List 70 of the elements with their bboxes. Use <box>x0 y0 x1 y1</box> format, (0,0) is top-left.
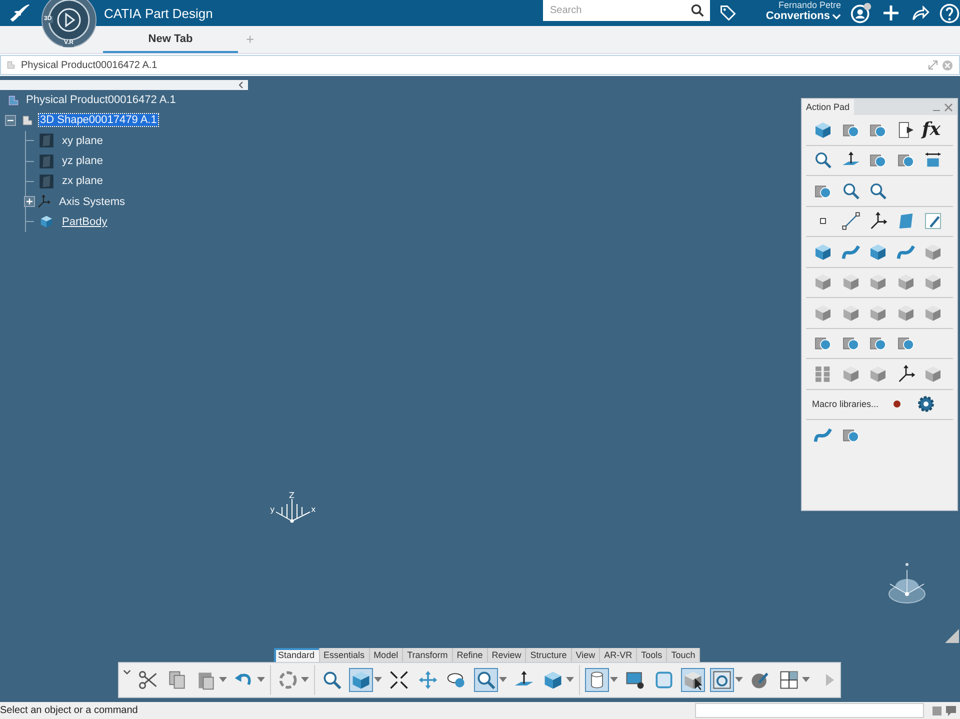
cube-icon[interactable] <box>349 668 373 692</box>
toolbar-tab[interactable]: Structure <box>526 648 572 662</box>
tag-icon[interactable] <box>719 4 737 22</box>
tree-item[interactable]: Physical Product00016472 A.1 <box>25 94 177 106</box>
share-icon[interactable] <box>910 3 930 23</box>
caret-icon[interactable] <box>735 677 743 683</box>
close-icon[interactable] <box>944 102 953 112</box>
tree-item[interactable]: PartBody <box>61 216 108 228</box>
search-icon[interactable] <box>690 3 705 18</box>
macro-libraries-link[interactable]: Macro libraries... <box>812 399 879 410</box>
cube-icon <box>38 213 55 230</box>
caret-icon[interactable] <box>219 677 227 683</box>
caret-icon[interactable] <box>123 668 131 676</box>
plane-icon <box>38 152 55 170</box>
plane-icon <box>38 132 55 150</box>
toolbar-tab[interactable]: Model <box>370 648 404 662</box>
tree-item[interactable]: yz plane <box>61 155 104 168</box>
toolbar-tab[interactable]: Tools <box>637 648 668 662</box>
panel-title: Action Pad <box>802 99 854 115</box>
caret-icon[interactable] <box>374 677 382 683</box>
refresh-icon[interactable] <box>710 668 734 692</box>
search-field[interactable]: Search <box>543 0 710 21</box>
plus-icon[interactable] <box>881 3 901 23</box>
caret-icon[interactable] <box>802 677 810 683</box>
chat-icon[interactable] <box>946 706 956 716</box>
command-field[interactable] <box>695 703 924 718</box>
expand-icon[interactable] <box>928 60 938 70</box>
move-icon[interactable] <box>416 668 440 692</box>
logo-icon[interactable] <box>9 3 31 23</box>
status-message: Select an object or a command <box>0 705 138 716</box>
app-title: CATIA Part Design <box>104 6 213 20</box>
tree-item[interactable]: xy plane <box>61 134 104 147</box>
chevron-icon[interactable] <box>238 81 244 89</box>
tab[interactable]: New Tab <box>103 33 238 53</box>
toolbar-tab[interactable]: AR-VR <box>600 648 638 662</box>
tree-item[interactable]: zx plane <box>61 175 104 188</box>
tree-item[interactable]: Axis Systems <box>58 196 126 208</box>
caret-icon[interactable] <box>610 677 618 683</box>
toolbar-tab[interactable]: Review <box>488 648 526 662</box>
expand-toggle[interactable] <box>5 114 16 126</box>
cursor-icon[interactable] <box>681 668 705 692</box>
panel-icon[interactable] <box>932 706 942 716</box>
toolbar-tab[interactable]: Touch <box>667 648 700 662</box>
toolbar-tab[interactable]: Essentials <box>320 648 370 662</box>
resize-handle-icon[interactable] <box>945 629 959 643</box>
cylinder-icon[interactable] <box>585 668 609 692</box>
caret-icon[interactable] <box>301 677 309 683</box>
axis-icon <box>35 193 52 210</box>
formula-button[interactable]: fx <box>922 118 940 141</box>
collaborative-space[interactable]: Convertions <box>766 10 830 22</box>
line-icon[interactable] <box>840 210 862 232</box>
toolbar-tab[interactable]: Refine <box>452 648 488 662</box>
help-icon[interactable] <box>939 2 960 24</box>
axis-triad-drawing: Z y x <box>270 489 320 525</box>
toolbar-tab[interactable]: View <box>572 648 600 662</box>
toolbar-tab[interactable]: Transform <box>403 648 453 662</box>
shape-icon <box>5 59 17 71</box>
expand-toggle[interactable] <box>24 196 35 208</box>
document-title: Physical Product00016472 A.1 <box>21 60 158 70</box>
user-name: Fernando Petre <box>778 1 841 10</box>
caret-icon[interactable] <box>499 677 507 683</box>
tree-item[interactable]: 3D Shape00017479 A.1 <box>39 114 158 126</box>
toolbar-tab[interactable]: Standard <box>274 648 320 662</box>
avatar-icon[interactable] <box>850 2 872 24</box>
caret-icon[interactable] <box>566 677 574 683</box>
plane-icon <box>38 172 55 190</box>
magnifier-icon[interactable] <box>474 668 498 692</box>
caret-icon[interactable] <box>832 12 841 20</box>
caret-icon[interactable] <box>257 677 265 683</box>
compass-drawing <box>886 562 928 606</box>
